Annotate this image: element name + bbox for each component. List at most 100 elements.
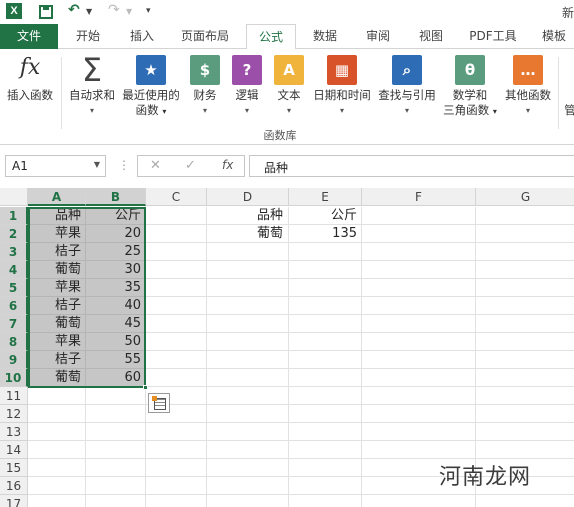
cell-f8[interactable] xyxy=(362,333,476,351)
cell-d10[interactable] xyxy=(207,369,289,387)
cell-e6[interactable] xyxy=(289,297,362,315)
cell-f5[interactable] xyxy=(362,279,476,297)
cell-g5[interactable] xyxy=(476,279,574,297)
row-header-12[interactable]: 12 xyxy=(0,405,28,423)
cell-f2[interactable] xyxy=(362,225,476,243)
cell-f12[interactable] xyxy=(362,405,476,423)
tab-page-layout[interactable]: 页面布局 xyxy=(172,24,238,49)
redo-dropdown-icon[interactable]: ▼ xyxy=(126,7,132,16)
row-header-17[interactable]: 17 xyxy=(0,495,28,507)
row-header-3[interactable]: 3 xyxy=(0,243,28,261)
cell-a4[interactable]: 葡萄 xyxy=(28,261,86,279)
cell-b8[interactable]: 50 xyxy=(86,333,146,351)
save-icon[interactable] xyxy=(39,5,53,19)
cell-b15[interactable] xyxy=(86,459,146,477)
cell-g1[interactable] xyxy=(476,207,574,225)
cell-d1[interactable]: 品种 xyxy=(207,207,289,225)
cell-e7[interactable] xyxy=(289,315,362,333)
cell-f6[interactable] xyxy=(362,297,476,315)
cell-e8[interactable] xyxy=(289,333,362,351)
row-header-6[interactable]: 6 xyxy=(0,297,28,315)
cell-g3[interactable] xyxy=(476,243,574,261)
cell-b13[interactable] xyxy=(86,423,146,441)
cell-f7[interactable] xyxy=(362,315,476,333)
row-header-15[interactable]: 15 xyxy=(0,459,28,477)
cell-a13[interactable] xyxy=(28,423,86,441)
cell-g17[interactable] xyxy=(476,495,574,507)
cell-d5[interactable] xyxy=(207,279,289,297)
row-header-7[interactable]: 7 xyxy=(0,315,28,333)
cell-e1[interactable]: 公斤 xyxy=(289,207,362,225)
cell-f10[interactable] xyxy=(362,369,476,387)
cell-b5[interactable]: 35 xyxy=(86,279,146,297)
cell-c6[interactable] xyxy=(146,297,207,315)
cell-a15[interactable] xyxy=(28,459,86,477)
column-header-a[interactable]: A xyxy=(28,188,86,206)
cell-d15[interactable] xyxy=(207,459,289,477)
cell-d7[interactable] xyxy=(207,315,289,333)
cell-e12[interactable] xyxy=(289,405,362,423)
cell-f3[interactable] xyxy=(362,243,476,261)
cell-f9[interactable] xyxy=(362,351,476,369)
select-all-corner[interactable] xyxy=(0,188,28,206)
cell-c4[interactable] xyxy=(146,261,207,279)
row-header-5[interactable]: 5 xyxy=(0,279,28,297)
cancel-icon[interactable]: ✕ xyxy=(150,158,161,173)
cell-d8[interactable] xyxy=(207,333,289,351)
cell-d17[interactable] xyxy=(207,495,289,507)
cell-d13[interactable] xyxy=(207,423,289,441)
cell-b3[interactable]: 25 xyxy=(86,243,146,261)
cell-e17[interactable] xyxy=(289,495,362,507)
cell-e4[interactable] xyxy=(289,261,362,279)
row-header-14[interactable]: 14 xyxy=(0,441,28,459)
cell-b4[interactable]: 30 xyxy=(86,261,146,279)
tab-templates[interactable]: 模板 xyxy=(532,24,574,49)
insert-function-button[interactable]: fx 插入函数 xyxy=(4,55,56,103)
cell-c9[interactable] xyxy=(146,351,207,369)
financial-button[interactable]: $ 财务 ▾ xyxy=(186,55,224,118)
cell-a17[interactable] xyxy=(28,495,86,507)
cell-b14[interactable] xyxy=(86,441,146,459)
cell-b7[interactable]: 45 xyxy=(86,315,146,333)
column-header-f[interactable]: F xyxy=(362,188,476,206)
math-trig-button[interactable]: θ 数学和 三角函数 ▾ xyxy=(440,55,500,119)
cell-d11[interactable] xyxy=(207,387,289,405)
cell-b1[interactable]: 公斤 xyxy=(86,207,146,225)
cell-b17[interactable] xyxy=(86,495,146,507)
column-header-b[interactable]: B xyxy=(86,188,146,206)
cell-g9[interactable] xyxy=(476,351,574,369)
formula-input[interactable]: 品种 xyxy=(249,155,574,177)
cell-g8[interactable] xyxy=(476,333,574,351)
cell-a10[interactable]: 葡萄 xyxy=(28,369,86,387)
cell-f4[interactable] xyxy=(362,261,476,279)
cell-b16[interactable] xyxy=(86,477,146,495)
autosum-button[interactable]: Σ 自动求和 ▾ xyxy=(66,54,118,118)
cell-g12[interactable] xyxy=(476,405,574,423)
cell-g14[interactable] xyxy=(476,441,574,459)
cell-e3[interactable] xyxy=(289,243,362,261)
cell-e14[interactable] xyxy=(289,441,362,459)
cell-d4[interactable] xyxy=(207,261,289,279)
cell-a16[interactable] xyxy=(28,477,86,495)
cell-f14[interactable] xyxy=(362,441,476,459)
customize-qat-icon[interactable]: ▾ xyxy=(146,6,151,16)
cell-c3[interactable] xyxy=(146,243,207,261)
enter-icon[interactable]: ✓ xyxy=(185,158,196,173)
cell-a5[interactable]: 苹果 xyxy=(28,279,86,297)
cell-a6[interactable]: 桔子 xyxy=(28,297,86,315)
cell-d2[interactable]: 葡萄 xyxy=(207,225,289,243)
row-header-10[interactable]: 10 xyxy=(0,369,28,387)
lookup-reference-button[interactable]: ⌕ 查找与引用 ▾ xyxy=(376,55,438,118)
cell-a7[interactable]: 葡萄 xyxy=(28,315,86,333)
more-functions-button[interactable]: … 其他函数 ▾ xyxy=(502,55,554,118)
cell-d12[interactable] xyxy=(207,405,289,423)
cell-b6[interactable]: 40 xyxy=(86,297,146,315)
cell-g11[interactable] xyxy=(476,387,574,405)
cell-c5[interactable] xyxy=(146,279,207,297)
name-manager-button[interactable]: 管 xyxy=(563,103,574,118)
cell-b2[interactable]: 20 xyxy=(86,225,146,243)
cell-a2[interactable]: 苹果 xyxy=(28,225,86,243)
cell-d16[interactable] xyxy=(207,477,289,495)
cell-a3[interactable]: 桔子 xyxy=(28,243,86,261)
cell-b12[interactable] xyxy=(86,405,146,423)
